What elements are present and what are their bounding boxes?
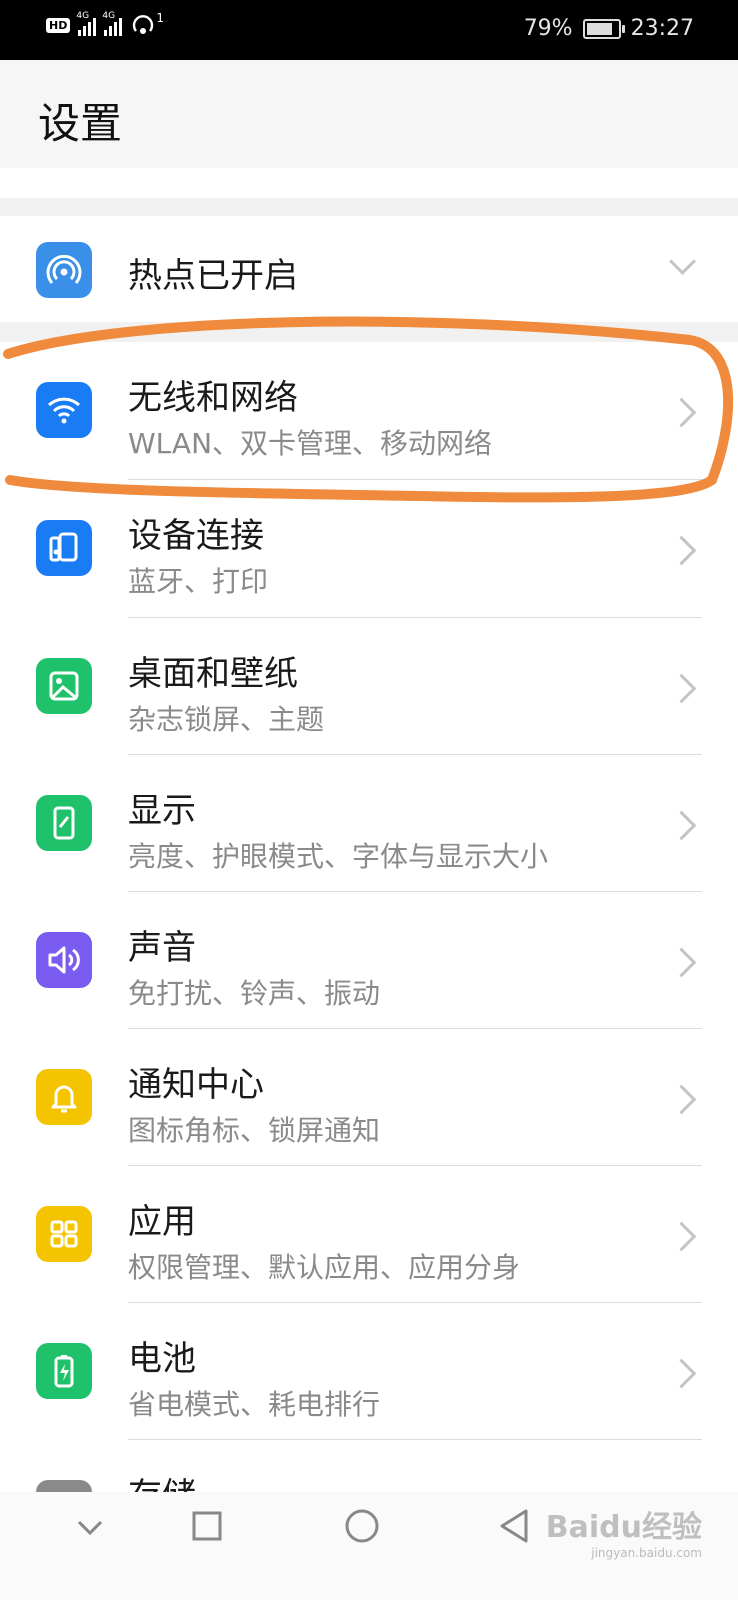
item-title: 设备连接 — [128, 516, 264, 556]
chevron-right-icon — [666, 810, 697, 841]
chevron-right-icon — [666, 947, 697, 978]
chevron-down-icon[interactable] — [669, 248, 696, 275]
watermark-brand: Baidu经验 — [545, 1510, 702, 1545]
item-subtitle: 图标角标、锁屏通知 — [128, 1114, 381, 1147]
chevron-right-icon — [666, 673, 697, 704]
chevron-right-icon — [666, 397, 697, 428]
item-title: 存储 — [128, 1468, 196, 1492]
item-subtitle: 蓝牙、打印 — [128, 565, 269, 598]
item-title: 声音 — [128, 928, 196, 968]
home-button[interactable] — [344, 1508, 380, 1544]
section-divider — [0, 198, 738, 216]
item-title: 无线和网络 — [128, 378, 298, 418]
item-subtitle: WLAN、双卡管理、移动网络 — [128, 427, 493, 460]
item-title: 通知中心 — [128, 1065, 264, 1105]
item-subtitle: 省电模式、耗电排行 — [128, 1388, 381, 1421]
item-title: 显示 — [128, 791, 196, 831]
hotspot-icon — [36, 242, 92, 298]
recent-apps-button[interactable] — [191, 1510, 223, 1542]
search-area-edge — [0, 168, 738, 198]
app-header: 设置 — [0, 60, 738, 168]
settings-item-display[interactable]: 显示 亮度、护眼模式、字体与显示大小 — [0, 755, 738, 892]
settings-item-storage[interactable]: 存储 — [0, 1440, 738, 1492]
item-title: 电池 — [128, 1339, 196, 1379]
item-title: 应用 — [128, 1202, 196, 1242]
settings-item-device-connection[interactable]: 设备连接 蓝牙、打印 — [0, 480, 738, 617]
storage-icon — [36, 1480, 92, 1492]
signal-label-2: 4G — [102, 11, 116, 21]
signal-icon-2: 4G — [102, 11, 123, 36]
status-left: HD 4G 4G 1 — [46, 11, 164, 36]
hotspot-status-icon — [133, 15, 154, 34]
back-button[interactable] — [498, 1508, 530, 1544]
watermark: Baidu经验 jingyan.baidu.com — [546, 1502, 702, 1560]
hotspot-count: 1 — [156, 11, 164, 25]
watermark-url: jingyan.baidu.com — [591, 1546, 702, 1560]
item-subtitle: 杂志锁屏、主题 — [128, 703, 325, 736]
settings-item-battery[interactable]: 电池 省电模式、耗电排行 — [0, 1303, 738, 1440]
item-subtitle: 免打扰、铃声、振动 — [128, 977, 381, 1010]
clock: 23:27 — [630, 16, 694, 41]
chevron-right-icon — [666, 535, 697, 566]
chevron-right-icon — [666, 1221, 697, 1252]
item-title: 桌面和壁纸 — [128, 654, 298, 694]
display-icon — [36, 795, 92, 851]
chevron-right-icon — [666, 1084, 697, 1115]
page-title: 设置 — [38, 99, 123, 148]
hd-icon: HD — [46, 17, 71, 33]
chevron-down-nav-icon[interactable] — [76, 1518, 104, 1538]
bell-icon — [36, 1069, 92, 1125]
settings-item-sound[interactable]: 声音 免打扰、铃声、振动 — [0, 892, 738, 1029]
battery-percent: 79% — [523, 16, 573, 41]
wifi-icon — [36, 382, 92, 438]
status-bar: HD 4G 4G 1 79% 23:27 — [0, 0, 738, 60]
chevron-right-icon — [666, 1358, 697, 1389]
signal-icon: 4G — [76, 11, 97, 36]
hotspot-label: 热点已开启 — [128, 256, 298, 296]
hotspot-row[interactable]: 热点已开启 — [0, 216, 738, 322]
settings-item-wireless-network[interactable]: 无线和网络 WLAN、双卡管理、移动网络 — [0, 342, 738, 479]
section-divider-2 — [0, 322, 738, 342]
signal-label: 4G — [76, 11, 90, 21]
settings-item-apps[interactable]: 应用 权限管理、默认应用、应用分身 — [0, 1166, 738, 1303]
item-subtitle: 权限管理、默认应用、应用分身 — [128, 1251, 521, 1284]
item-subtitle: 亮度、护眼模式、字体与显示大小 — [128, 840, 549, 873]
settings-item-desktop-wallpaper[interactable]: 桌面和壁纸 杂志锁屏、主题 — [0, 618, 738, 755]
apps-grid-icon — [36, 1206, 92, 1262]
device-connection-icon — [36, 520, 92, 576]
settings-item-notification-center[interactable]: 通知中心 图标角标、锁屏通知 — [0, 1029, 738, 1166]
status-right: 79% 23:27 — [524, 16, 694, 41]
wallpaper-icon — [36, 658, 92, 714]
battery-charging-icon — [36, 1343, 92, 1399]
battery-icon — [582, 18, 625, 39]
sound-icon — [36, 932, 92, 988]
